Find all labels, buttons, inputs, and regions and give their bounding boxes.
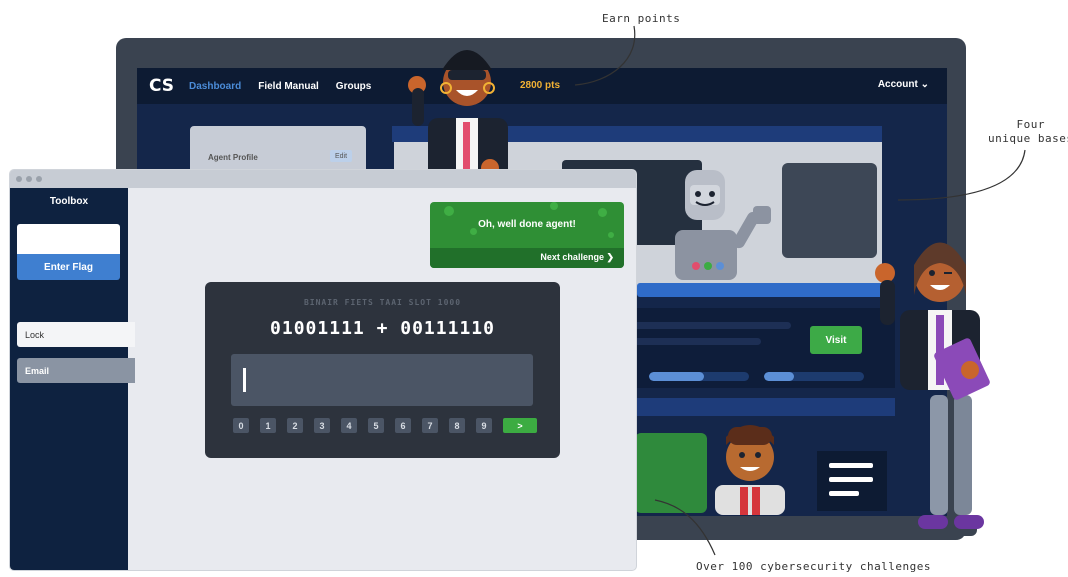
account-menu[interactable]: Account ⌄ (878, 79, 929, 90)
success-toast: Oh, well done agent! Next challenge ❯ (430, 202, 624, 268)
top-navigation: CS Dashboard Field Manual Groups 2800 pt… (137, 68, 947, 104)
submit-key[interactable]: > (503, 418, 537, 433)
puzzle-equation: 01001111 + 00111110 (270, 318, 495, 339)
agent-character-bottom (715, 425, 785, 515)
four-bases-annotation: Four unique bases (988, 118, 1068, 145)
key-0[interactable]: 0 (233, 418, 249, 433)
key-5[interactable]: 5 (368, 418, 384, 433)
agent-character-tablet (875, 242, 990, 529)
info-line (621, 338, 761, 345)
key-6[interactable]: 6 (395, 418, 411, 433)
robot-character (675, 170, 771, 280)
answer-field[interactable] (231, 354, 533, 406)
window-titlebar (10, 170, 636, 188)
agent-character-glasses (408, 50, 508, 180)
toolbox-title: Toolbox (49, 196, 89, 207)
binary-puzzle-panel: BINAIR FIETS TAAI SLOT 1000 01001111 + 0… (205, 282, 560, 458)
edit-profile-button[interactable]: Edit (330, 150, 352, 162)
progress-bar-2 (764, 372, 864, 381)
tool-email[interactable]: Email (17, 358, 135, 383)
nav-dashboard[interactable]: Dashboard (189, 81, 241, 92)
marketing-illustration: Earn points Four unique bases Over 100 c… (0, 0, 1068, 577)
text-caret (243, 368, 246, 392)
challenge-tile (635, 433, 707, 513)
key-8[interactable]: 8 (449, 418, 465, 433)
nav-field-manual[interactable]: Field Manual (258, 81, 319, 92)
scene-wall-panel (782, 163, 877, 258)
key-4[interactable]: 4 (341, 418, 357, 433)
window-dot (16, 176, 22, 182)
base-footer-band (611, 398, 895, 416)
key-1[interactable]: 1 (260, 418, 276, 433)
toast-message: Oh, well done agent! (478, 219, 576, 230)
agent-profile-label: Agent Profile (208, 153, 258, 162)
nav-groups[interactable]: Groups (336, 81, 372, 92)
visit-button[interactable]: Visit (810, 326, 862, 354)
decor-dot (444, 206, 454, 216)
tool-lock[interactable]: Lock (17, 322, 135, 347)
key-3[interactable]: 3 (314, 418, 330, 433)
info-line (621, 322, 791, 329)
earn-points-annotation: Earn points (602, 12, 681, 25)
decor-dot (550, 202, 558, 210)
toolbox-window: Toolbox Enter Flag Lock Email Oh, well d… (10, 170, 636, 570)
challenges-annotation: Over 100 cybersecurity challenges (696, 560, 932, 573)
cs-logo: CS (149, 76, 175, 96)
key-2[interactable]: 2 (287, 418, 303, 433)
flag-input[interactable] (17, 224, 120, 254)
toast-footer: Next challenge ❯ (430, 248, 624, 268)
number-keypad: 0 1 2 3 4 5 6 7 8 9 > (233, 418, 537, 433)
key-9[interactable]: 9 (476, 418, 492, 433)
enter-flag-button[interactable]: Enter Flag (17, 254, 120, 280)
window-dot (36, 176, 42, 182)
progress-bar-1 (649, 372, 749, 381)
window-dot (26, 176, 32, 182)
toolbox-sidebar: Toolbox Enter Flag Lock Email (10, 188, 135, 570)
decor-dot (608, 232, 614, 238)
puzzle-hint: BINAIR FIETS TAAI SLOT 1000 (303, 298, 462, 307)
key-7[interactable]: 7 (422, 418, 438, 433)
next-challenge-link[interactable]: Next challenge ❯ (540, 252, 614, 263)
decor-dot (598, 208, 607, 217)
